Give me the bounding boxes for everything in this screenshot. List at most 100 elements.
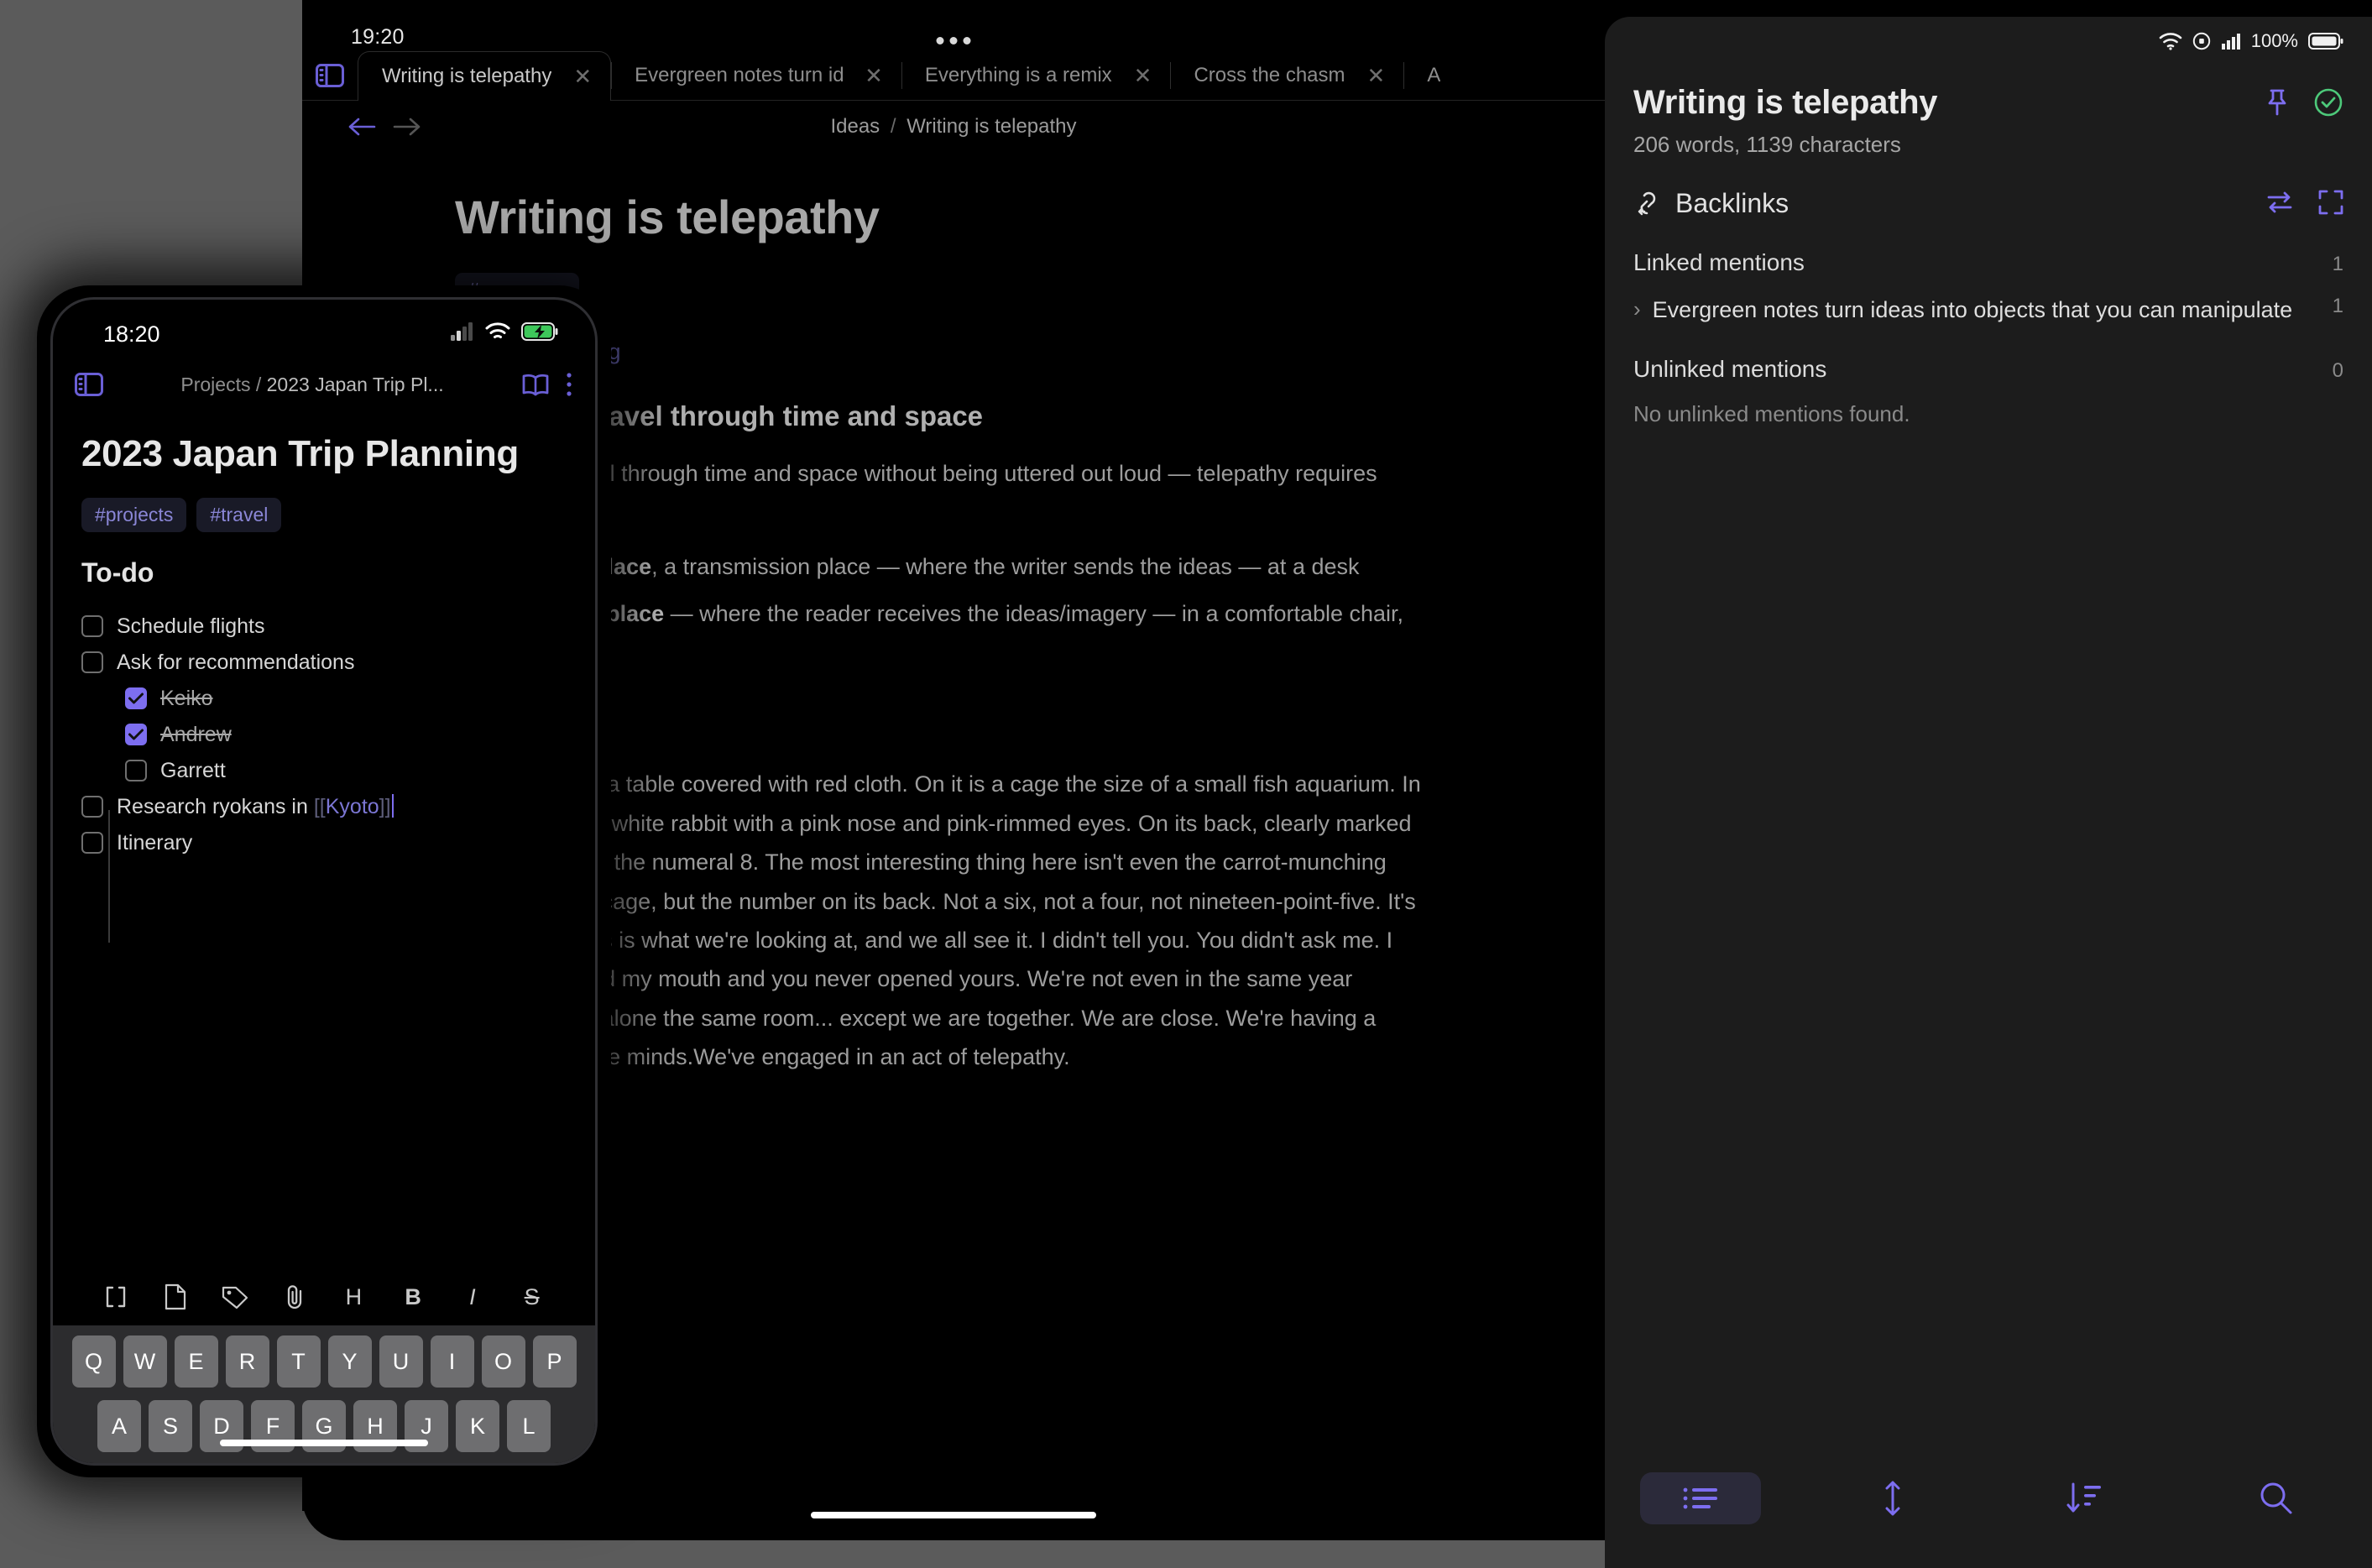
unlinked-mentions-header: Unlinked mentions 0: [1605, 356, 2372, 383]
key-t[interactable]: T: [276, 1335, 321, 1388]
key-p[interactable]: P: [532, 1335, 577, 1388]
breadcrumb-separator: /: [890, 115, 896, 138]
backlinks-actions: [2266, 190, 2343, 215]
key-b[interactable]: B: [353, 1465, 397, 1466]
key-v[interactable]: V: [302, 1465, 346, 1466]
file-icon[interactable]: [146, 1283, 206, 1310]
list-item[interactable]: Andrew: [81, 717, 567, 753]
vertical-arrows-icon[interactable]: [1797, 1480, 1989, 1517]
pin-icon[interactable]: [2265, 88, 2290, 117]
key-q[interactable]: Q: [71, 1335, 116, 1388]
sidebar-toggle-icon[interactable]: [75, 372, 103, 397]
key-m[interactable]: M: [456, 1465, 499, 1466]
internal-link[interactable]: Kyoto: [326, 795, 379, 818]
section-title: Linked mentions: [1633, 249, 1805, 275]
sort-descending-icon[interactable]: [1988, 1482, 2181, 1515]
key-w[interactable]: W: [123, 1335, 167, 1388]
key-a[interactable]: A: [97, 1400, 141, 1452]
breadcrumb-parent[interactable]: Projects: [180, 374, 250, 395]
search-icon[interactable]: [2181, 1481, 2372, 1516]
list-item[interactable]: Itinerary: [81, 825, 567, 861]
editor-toolbar: H B I S: [53, 1270, 595, 1324]
tab-evergreen-notes[interactable]: Evergreen notes turn ide ✕: [611, 51, 901, 100]
list-item[interactable]: Research ryokans in [[Kyoto]]: [81, 789, 567, 825]
tab-everything-is-a-remix[interactable]: Everything is a remix ✕: [901, 51, 1171, 100]
key-n[interactable]: N: [405, 1465, 448, 1466]
backlinks-label: Backlinks: [1675, 188, 1789, 218]
list-item[interactable]: › Evergreen notes turn ideas into object…: [1605, 295, 2372, 326]
checkbox[interactable]: [125, 724, 147, 746]
breadcrumb: Projects / 2023 Japan Trip Pl...: [118, 374, 506, 396]
navigation-row: Ideas / Writing is telepathy: [302, 101, 1605, 153]
bold-icon[interactable]: B: [384, 1284, 443, 1310]
link-bracket-close: ]]: [379, 795, 391, 819]
italic-icon[interactable]: I: [443, 1284, 503, 1310]
expand-icon[interactable]: [2318, 190, 2343, 215]
panel-header: Writing is telepathy 206 words, 1139 cha…: [1605, 65, 2372, 158]
nesting-guide-line: [108, 810, 110, 943]
tag-projects[interactable]: #projects: [81, 497, 187, 532]
text-cursor: [391, 794, 394, 818]
key-r[interactable]: R: [225, 1335, 269, 1388]
key-k[interactable]: K: [456, 1400, 499, 1452]
key-y[interactable]: Y: [327, 1335, 372, 1388]
heading-icon[interactable]: H: [324, 1284, 384, 1310]
chevron-right-icon[interactable]: ›: [1633, 295, 1641, 324]
brackets-icon[interactable]: [86, 1284, 146, 1309]
empty-state-text: No unlinked mentions found.: [1633, 400, 1910, 426]
tab-partial[interactable]: A: [1403, 51, 1459, 100]
close-icon[interactable]: ✕: [1134, 65, 1152, 86]
list-item[interactable]: Garrett: [81, 753, 567, 789]
tag-list: #projects #travel: [81, 497, 567, 532]
section-heading-ideas: Ideas can travel through time and space: [455, 400, 984, 431]
tab-cross-the-chasm[interactable]: Cross the chasm ✕: [1170, 51, 1403, 100]
checkbox[interactable]: [81, 651, 103, 674]
list-item[interactable]: Keiko: [81, 681, 567, 717]
todo-text: Research ryokans in: [117, 795, 314, 819]
paperclip-icon[interactable]: [264, 1283, 324, 1310]
close-icon[interactable]: ✕: [573, 65, 592, 87]
close-icon[interactable]: ✕: [1367, 65, 1386, 86]
tab-writing-is-telepathy[interactable]: Writing is telepathy ✕: [358, 51, 612, 101]
panel-header-actions: [2265, 87, 2343, 118]
todo-label-with-link: Research ryokans in [[Kyoto]]: [117, 794, 394, 819]
checkbox[interactable]: [81, 615, 103, 638]
backlinks-header: Backlinks: [1605, 188, 2372, 219]
page-title: Writing is telepathy: [455, 191, 880, 243]
key-z[interactable]: Z: [149, 1465, 192, 1466]
backlink-icon: [1633, 190, 1662, 218]
key-c[interactable]: C: [251, 1465, 295, 1466]
key-e[interactable]: E: [174, 1335, 218, 1388]
checkbox[interactable]: [125, 760, 147, 782]
checkbox[interactable]: [81, 796, 103, 818]
more-vertical-icon[interactable]: [565, 372, 573, 397]
strikethrough-icon[interactable]: S: [502, 1284, 562, 1310]
key-u[interactable]: U: [379, 1335, 423, 1388]
tag-icon[interactable]: [206, 1284, 265, 1309]
sidebar-toggle-icon[interactable]: [302, 51, 358, 100]
key-i[interactable]: I: [430, 1335, 474, 1388]
linked-mentions-header: Linked mentions 1: [1605, 249, 2372, 276]
book-open-icon[interactable]: [521, 373, 550, 396]
tab-divider: [1170, 62, 1172, 89]
more-horizontal-icon[interactable]: [936, 37, 971, 44]
close-icon[interactable]: ✕: [865, 65, 883, 86]
todo-label: Ask for recommendations: [117, 650, 355, 674]
list-item[interactable]: Ask for recommendations: [81, 645, 567, 681]
tablet-clock: 19:20: [351, 25, 405, 49]
phone-clock: 18:20: [103, 321, 160, 347]
swap-arrows-icon[interactable]: [2266, 190, 2293, 215]
quote-text: Look- here's a table covered with red cl…: [477, 771, 1421, 1070]
tag-travel[interactable]: #travel: [196, 497, 282, 532]
checkbox[interactable]: [81, 832, 103, 855]
list-outline-icon[interactable]: [1605, 1472, 1797, 1524]
checkbox[interactable]: [125, 687, 147, 710]
breadcrumb: Ideas / Writing is telepathy: [302, 115, 1605, 139]
key-s[interactable]: S: [149, 1400, 192, 1452]
key-x[interactable]: X: [200, 1465, 243, 1466]
list-item[interactable]: Schedule flights: [81, 609, 567, 645]
key-l[interactable]: L: [507, 1400, 551, 1452]
check-circle-icon[interactable]: [2313, 87, 2343, 118]
key-o[interactable]: O: [481, 1335, 525, 1388]
breadcrumb-parent[interactable]: Ideas: [830, 115, 880, 138]
